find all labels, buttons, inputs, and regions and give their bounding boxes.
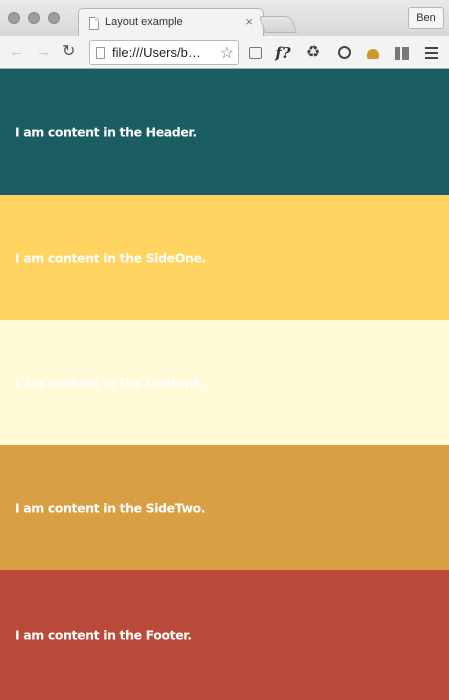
- sidetwo-text: I am content in the SideTwo.: [15, 500, 206, 515]
- zoom-window-button[interactable]: [48, 12, 60, 24]
- browser-toolbar: ← → ↻ file:///Users/b… ☆ f? ♻: [0, 36, 449, 69]
- close-window-button[interactable]: [8, 12, 20, 24]
- page-content: I am content in the Header. I am content…: [0, 69, 449, 700]
- sideone-section: I am content in the SideOne.: [0, 195, 449, 320]
- menu-icon[interactable]: [422, 44, 440, 62]
- minimize-window-button[interactable]: [28, 12, 40, 24]
- recycle-icon[interactable]: ♻: [304, 44, 322, 62]
- tab-close-icon[interactable]: ×: [245, 14, 253, 29]
- header-section: I am content in the Header.: [0, 69, 449, 195]
- content-text: I am content in the Content.: [15, 375, 204, 390]
- browser-window: Layout example × Ben ← → ↻ file:///Users…: [0, 0, 449, 700]
- header-text: I am content in the Header.: [15, 124, 197, 140]
- reader-icon[interactable]: [393, 44, 411, 62]
- reload-icon[interactable]: ↻: [62, 43, 75, 61]
- url-text[interactable]: file:///Users/b…: [112, 45, 201, 60]
- android-icon[interactable]: [364, 44, 382, 62]
- cast-icon[interactable]: [246, 44, 264, 62]
- footer-section: I am content in the Footer.: [0, 570, 449, 700]
- document-icon: [96, 47, 105, 59]
- profile-button[interactable]: Ben: [408, 7, 444, 29]
- footer-text: I am content in the Footer.: [15, 627, 192, 643]
- address-bar[interactable]: file:///Users/b… ☆: [89, 40, 239, 65]
- star-icon[interactable]: ☆: [220, 43, 234, 63]
- forward-arrow-icon[interactable]: →: [36, 43, 51, 61]
- tab-title: Layout example: [105, 16, 183, 28]
- font-finder-icon[interactable]: f?: [274, 44, 292, 62]
- page-icon: [89, 17, 99, 30]
- tab-layout-example[interactable]: Layout example ×: [78, 8, 264, 36]
- sync-icon[interactable]: [335, 44, 353, 62]
- sidetwo-section: I am content in the SideTwo.: [0, 445, 449, 570]
- tab-strip: Layout example × Ben: [0, 0, 449, 36]
- sideone-text: I am content in the SideOne.: [15, 250, 206, 265]
- content-section: I am content in the Content.: [0, 320, 449, 445]
- back-arrow-icon[interactable]: ←: [9, 43, 24, 61]
- new-tab-button[interactable]: [258, 16, 298, 33]
